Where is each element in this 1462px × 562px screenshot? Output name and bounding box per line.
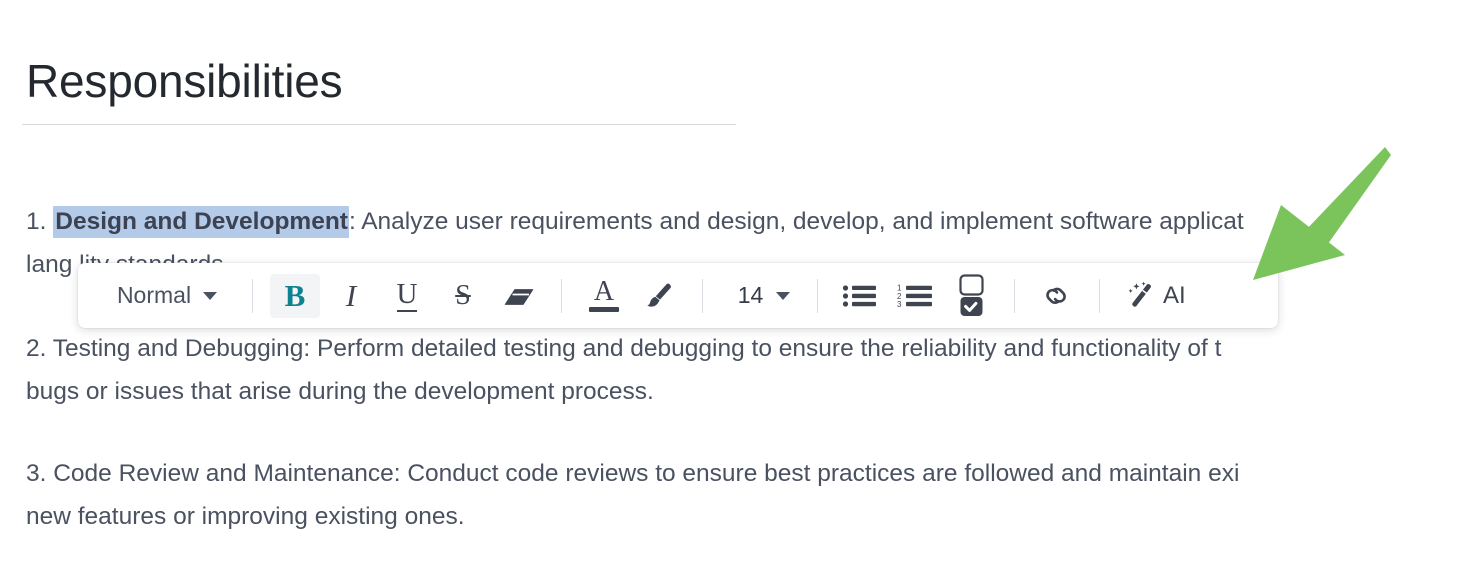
text-color-swatch [589, 307, 619, 313]
toolbar-divider [817, 278, 818, 313]
paragraph-3-line-1: 3. Code Review and Maintenance: Conduct … [26, 460, 1240, 487]
formatting-toolbar[interactable]: Normal B I U S A 14 1 2 3 AI [78, 263, 1278, 328]
paragraph-1-line-1-rest: : Analyze user requirements and design, … [348, 208, 1244, 235]
paragraph-3-line-2: new features or improving existing ones. [26, 503, 465, 530]
bold-button[interactable]: B [270, 273, 320, 318]
chevron-down-icon [203, 291, 218, 300]
svg-text:3: 3 [897, 300, 902, 309]
text-color-icon: A [589, 275, 619, 313]
toolbar-divider [702, 278, 703, 313]
magic-wand-icon [1124, 281, 1156, 311]
insert-link-button[interactable] [1032, 274, 1082, 318]
bulleted-list-icon [842, 283, 878, 309]
font-size-select[interactable]: 14 [717, 274, 803, 318]
checklist-icon [957, 273, 987, 319]
link-icon [1040, 282, 1074, 310]
bulleted-list-button[interactable] [835, 274, 885, 318]
title-divider [22, 124, 736, 125]
toolbar-divider [252, 278, 253, 313]
document-canvas: Responsibilities 1. Design and Developme… [0, 0, 1462, 562]
highlight-button[interactable] [635, 274, 685, 318]
paragraph-style-select[interactable]: Normal [88, 274, 238, 318]
clear-formatting-button[interactable] [494, 274, 544, 318]
eraser-icon [503, 285, 535, 307]
underline-icon: U [396, 277, 418, 312]
toolbar-divider [1014, 278, 1015, 313]
text-color-button[interactable]: A [579, 274, 629, 318]
paragraph-style-value: Normal [116, 282, 192, 308]
paint-brush-icon [644, 281, 676, 311]
underline-button[interactable]: U [382, 274, 432, 318]
ai-button[interactable]: AI [1114, 274, 1196, 318]
toolbar-divider [561, 278, 562, 313]
numbered-list-icon: 1 2 3 [897, 283, 935, 309]
italic-icon: I [345, 277, 357, 313]
list-number-1: 1. [26, 208, 47, 235]
numbered-list-button[interactable]: 1 2 3 [891, 274, 941, 318]
paragraph-3[interactable]: 3. Code Review and Maintenance: Conduct … [26, 452, 1462, 538]
paragraph-2-line-1: 2. Testing and Debugging: Perform detail… [26, 335, 1222, 362]
checklist-button[interactable] [947, 273, 997, 319]
bold-icon: B [284, 277, 306, 313]
selected-text-highlight[interactable]: Design and Development [53, 206, 349, 238]
strikethrough-icon: S [455, 279, 471, 311]
toolbar-divider [1099, 278, 1100, 313]
italic-button[interactable]: I [326, 274, 376, 318]
strikethrough-button[interactable]: S [438, 274, 488, 318]
paragraph-2[interactable]: 2. Testing and Debugging: Perform detail… [26, 327, 1462, 413]
ai-button-label: AI [1163, 281, 1186, 309]
font-size-value: 14 [737, 282, 764, 308]
paragraph-2-line-2: bugs or issues that arise during the dev… [26, 378, 654, 405]
paragraph-1-line-1: 1. Design and Development: Analyze user … [26, 200, 1462, 243]
text-color-letter: A [593, 275, 615, 307]
page-title: Responsibilities [26, 55, 343, 107]
chevron-down-icon [776, 291, 791, 300]
